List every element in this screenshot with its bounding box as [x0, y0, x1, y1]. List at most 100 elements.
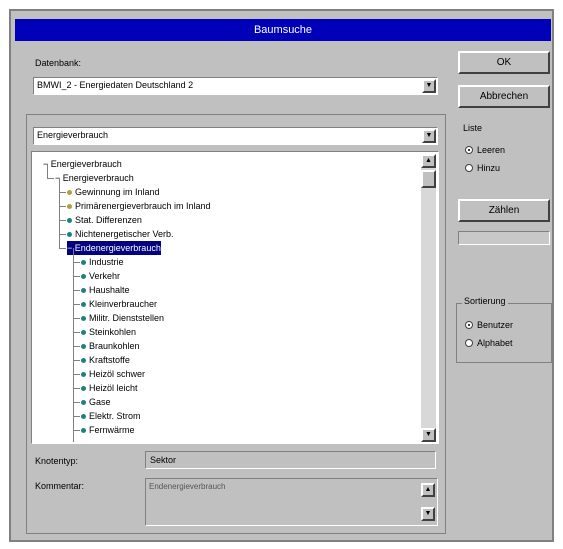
tree-connector: [73, 374, 80, 375]
tree-connector: [73, 318, 80, 319]
tree-connector: [73, 290, 80, 291]
list-option-leeren-radio[interactable]: [465, 146, 473, 154]
list-option-hinzu-radio[interactable]: [465, 164, 473, 172]
tree-item-label: Nichtenergetischer Verb.: [75, 229, 174, 239]
tree-connector: [73, 388, 80, 389]
sort-option-benutzer-radio[interactable]: [465, 321, 473, 329]
tree-item[interactable]: Stat. Differenzen: [67, 213, 142, 227]
tree-item-label: Steinkohlen: [89, 327, 137, 337]
node-bullet-icon: [81, 358, 86, 364]
tree-item-label: Braunkohlen: [89, 341, 140, 351]
scroll-up-icon[interactable]: ▲: [421, 483, 435, 497]
count-button[interactable]: Zählen: [458, 199, 550, 222]
scroll-down-icon[interactable]: ▼: [421, 428, 436, 442]
tree-item[interactable]: − Energieverbrauch: [43, 157, 122, 171]
tree-item[interactable]: Kleinverbraucher: [81, 297, 157, 311]
node-type-value: Sektor: [150, 455, 177, 465]
sort-option-alphabet-label: Alphabet: [477, 338, 513, 348]
tree-list: − Energieverbrauch − Energieverbrauch Gewi…: [33, 153, 436, 442]
node-bullet-icon: [81, 414, 86, 420]
tree-item[interactable]: Braunkohlen: [81, 339, 140, 353]
tree-item-label: Kraftstoffe: [89, 355, 130, 365]
tree-connector: [59, 220, 66, 221]
tree-connector: [73, 304, 80, 305]
tree-item-label: Gase: [89, 397, 111, 407]
node-bullet-icon: [81, 386, 86, 392]
node-bullet-icon: [81, 316, 86, 322]
tree-item[interactable]: Heizöl schwer: [81, 367, 145, 381]
tree-item[interactable]: Haushalte: [81, 283, 130, 297]
list-label: Liste: [463, 123, 483, 133]
tree-connector: [73, 276, 80, 277]
tree-connector: [73, 402, 80, 403]
list-option-leeren-label: Leeren: [477, 145, 506, 155]
tree-item[interactable]: Kraftstoffe: [81, 353, 130, 367]
sort-label: Sortierung: [462, 296, 508, 306]
tree-item-label: Primärenergieverbrauch im Inland: [75, 201, 211, 211]
database-label: Datenbank:: [35, 58, 82, 68]
tree-scrollbar[interactable]: ▲ ▼: [421, 154, 436, 442]
tree-item[interactable]: Elektr. Strom: [81, 409, 141, 423]
tree-item[interactable]: Verkehr: [81, 269, 120, 283]
tree-item[interactable]: − Endenergieverbrauch: [67, 241, 161, 255]
tree-item[interactable]: Militr. Dienststellen: [81, 311, 164, 325]
node-bullet-icon: [81, 428, 86, 434]
database-value: BMWI_2 - Energiedaten Deutschland 2: [37, 80, 194, 90]
window-title: Baumsuche: [253, 24, 313, 36]
sort-group: [456, 303, 552, 363]
tree-item-label: Heizöl schwer: [89, 369, 146, 379]
sort-option-alphabet-radio[interactable]: [465, 339, 473, 347]
database-select[interactable]: BMWI_2 - Energiedaten Deutschland 2 ▼: [33, 77, 438, 95]
tree-guide-line: [47, 164, 48, 178]
scroll-down-icon[interactable]: ▼: [421, 507, 435, 521]
tree-item[interactable]: Heizöl leicht: [81, 381, 138, 395]
node-bullet-icon: [67, 218, 72, 224]
node-bullet-icon: [67, 190, 72, 196]
tree-connector: [73, 416, 80, 417]
tree-item-label: Verkehr: [89, 271, 121, 281]
tree-item-label: Heizöl leicht: [89, 383, 138, 393]
tree-connector: [59, 234, 66, 235]
comment-value: Endenergieverbrauch: [149, 482, 226, 491]
node-bullet-icon: [81, 400, 86, 406]
category-select[interactable]: Energieverbrauch ▼: [33, 127, 438, 145]
comment-label: Kommentar:: [35, 481, 85, 491]
scroll-up-icon[interactable]: ▲: [421, 154, 436, 168]
chevron-down-icon[interactable]: ▼: [422, 79, 436, 93]
tree-item[interactable]: Steinkohlen: [81, 325, 136, 339]
tree-connector: [73, 332, 80, 333]
tree-item[interactable]: Primärenergieverbrauch im Inland: [67, 199, 211, 213]
tree-item[interactable]: Industrie: [81, 255, 124, 269]
node-type-field: Sektor: [145, 451, 436, 469]
node-bullet-icon: [81, 260, 86, 266]
tree-connector: [59, 206, 66, 207]
tree-item-label: Haushalte: [89, 285, 130, 295]
ok-button[interactable]: OK: [458, 51, 550, 74]
node-bullet-icon: [67, 204, 72, 210]
sort-option-benutzer-label: Benutzer: [477, 320, 514, 330]
tree-connector: [73, 262, 80, 263]
progress-bar: [458, 231, 550, 245]
node-bullet-icon: [67, 232, 72, 238]
tree-item-label: Energieverbrauch: [62, 173, 134, 183]
tree-guide-line: [73, 248, 74, 442]
tree-connector: [47, 178, 54, 179]
tree-item[interactable]: Nichtenergetischer Verb.: [67, 227, 174, 241]
tree-item-label: Energieverbrauch: [50, 159, 122, 169]
tree-connector: [73, 360, 80, 361]
scroll-thumb[interactable]: [421, 170, 436, 188]
tree-item[interactable]: Fernwärme: [81, 423, 135, 437]
title-bar: Baumsuche: [15, 19, 551, 41]
node-bullet-icon: [81, 344, 86, 350]
tree-item[interactable]: Gewinnung im Inland: [67, 185, 160, 199]
tree-item[interactable]: Gase: [81, 395, 111, 409]
comment-field[interactable]: Endenergieverbrauch ▲ ▼: [145, 478, 438, 526]
cancel-button[interactable]: Abbrechen: [458, 85, 550, 108]
chevron-down-icon[interactable]: ▼: [422, 129, 436, 143]
tree-connector: [59, 248, 66, 249]
tree-item[interactable]: − Energieverbrauch: [55, 171, 134, 185]
tree-item-label: Fernwärme: [89, 425, 135, 435]
node-bullet-icon: [81, 330, 86, 336]
tree-item-label: Elektr. Strom: [89, 411, 141, 421]
tree-item-label: Kleinverbraucher: [89, 299, 158, 309]
